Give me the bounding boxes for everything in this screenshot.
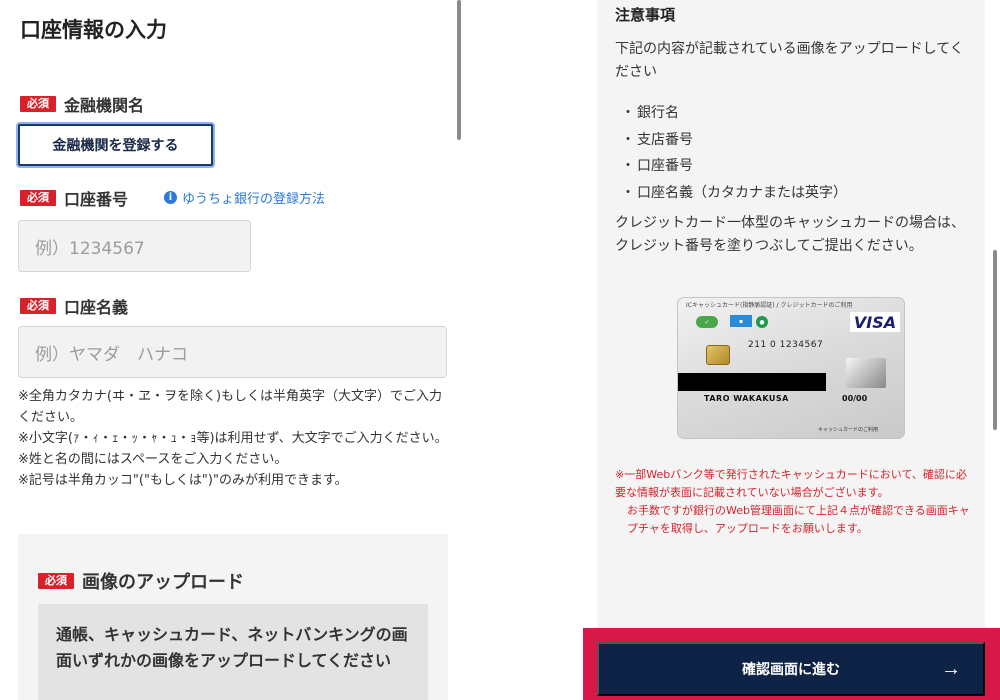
account-name-label: 口座名義: [64, 298, 129, 317]
list-item: 銀行名: [621, 100, 847, 127]
note-line: ※姓と名の間にはスペースをご入力ください。: [18, 452, 288, 467]
account-name-input[interactable]: 例）ヤマダ ハナコ: [18, 326, 447, 378]
card-redaction-band: [678, 373, 826, 391]
list-item: 支店番号: [621, 127, 847, 154]
bank-field-label: 必須 金融機関名: [20, 92, 144, 116]
note-line: ※全角カタカナ(ヰ・ヱ・ヲを除く)もしくは半角英字（大文字）でご入力ください。: [18, 389, 443, 425]
notice-intro: 下記の内容が記載されている画像をアップロードしてください: [615, 41, 964, 80]
list-item: 口座番号: [621, 153, 847, 180]
card-logo-icon: ▪: [730, 315, 752, 327]
required-badge: 必須: [20, 298, 56, 314]
form-panel: 口座情報の入力 必須 金融機関名 金融機関を登録する 必須 口座番号 i ゆうち…: [0, 0, 460, 700]
account-name-field-label: 必須 口座名義: [20, 294, 128, 318]
account-number-field-label: 必須 口座番号: [20, 186, 128, 210]
bank-label: 金融機関名: [64, 96, 145, 115]
card-hologram-icon: [846, 358, 886, 388]
card-account-number: 211 0 1234567: [748, 340, 824, 350]
upload-title: 必須 画像のアップロード: [38, 568, 244, 594]
account-number-label: 口座番号: [64, 190, 129, 209]
info-icon: i: [164, 191, 177, 204]
notice-list: 銀行名 支店番号 口座番号 口座名義（カタカナまたは英字）: [621, 100, 847, 206]
required-badge: 必須: [20, 190, 56, 206]
proceed-to-confirm-button[interactable]: 確認画面に進む →: [597, 642, 985, 696]
note-line: ※小文字(ｧ・ｨ・ｪ・ｯ・ｬ・ｭ・ｮ等)は利用せず、大文字でご入力ください。: [18, 431, 448, 446]
required-badge: 必須: [20, 96, 56, 112]
warning-line: お手数ですが銀行のWeb管理画面にて上記４点が確認できる画面キャプチャを取得し、…: [627, 504, 970, 535]
card-chip-icon: [706, 345, 730, 365]
upload-description: 通帳、キャッシュカード、ネットバンキングの画面いずれかの画像をアップロードしてく…: [56, 625, 408, 670]
card-logo-icon: ●: [756, 316, 768, 328]
note-line: ※記号は半角カッコ"("もしくは")"のみが利用できます。: [18, 473, 348, 488]
account-number-placeholder: 例）1234567: [35, 238, 145, 259]
webbank-warning: ※一部Webバンク等で発行されたキャッシュカードにおいて、確認に必要な情報が表面…: [615, 466, 975, 538]
yucho-help-link[interactable]: i ゆうちょ銀行の登録方法: [164, 188, 325, 207]
page-title: 口座情報の入力: [20, 18, 167, 42]
arrow-right-icon: →: [941, 658, 961, 680]
card-brand-logo: VISA: [850, 312, 900, 332]
card-holder-name: TARO WAKAKUSA: [704, 394, 789, 403]
card-top-text: ICキャッシュカード(指静脈認証) / クレジットカードのご利用: [686, 302, 853, 309]
card-expiry: 00/00: [842, 394, 868, 403]
required-badge: 必須: [38, 573, 74, 589]
upload-title-text: 画像のアップロード: [82, 572, 244, 593]
card-logo-icon: ✓: [696, 316, 718, 328]
left-scrollbar[interactable]: [457, 0, 461, 140]
register-bank-button[interactable]: 金融機関を登録する: [18, 124, 213, 166]
account-name-notes: ※全角カタカナ(ヰ・ヱ・ヲを除く)もしくは半角英字（大文字）でご入力ください。 …: [18, 386, 448, 491]
notice-panel: 注意事項 下記の内容が記載されている画像をアップロードしてください 銀行名 支店…: [597, 0, 985, 632]
notice-title: 注意事項: [615, 6, 676, 24]
card-bottom-text: キャッシュカードのご利用: [818, 427, 879, 433]
card-note: クレジットカード一体型のキャッシュカードの場合は、クレジット番号を塗りつぶしてご…: [615, 215, 965, 254]
yucho-help-link-text: ゆうちょ銀行の登録方法: [182, 192, 326, 207]
list-item: 口座名義（カタカナまたは英字）: [621, 180, 847, 207]
upload-description-box: 通帳、キャッシュカード、ネットバンキングの画面いずれかの画像をアップロードしてく…: [38, 604, 428, 700]
right-scrollbar[interactable]: [993, 250, 997, 430]
account-name-placeholder: 例）ヤマダ ハナコ: [35, 344, 188, 365]
image-upload-section: 必須 画像のアップロード 通帳、キャッシュカード、ネットバンキングの画面いずれか…: [18, 534, 448, 700]
account-number-input[interactable]: 例）1234567: [18, 220, 251, 272]
sample-cash-card-image: ICキャッシュカード(指静脈認証) / クレジットカードのご利用 ✓ ▪ ● V…: [677, 297, 905, 439]
warning-line: ※一部Webバンク等で発行されたキャッシュカードにおいて、確認に必要な情報が表面…: [615, 468, 967, 499]
proceed-label: 確認画面に進む: [742, 661, 840, 677]
